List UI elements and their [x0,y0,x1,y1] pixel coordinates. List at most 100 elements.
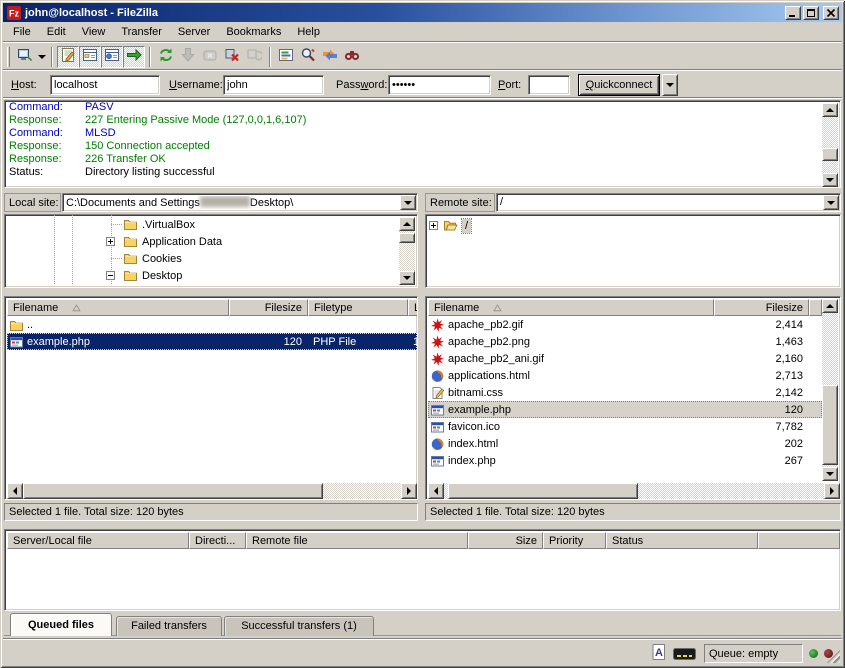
scroll-left-button[interactable] [7,483,23,499]
toggle-transfer-queue-button[interactable] [123,46,145,68]
file-row-index.html[interactable]: index.html202 [428,435,822,452]
password-label: Password: [336,79,387,91]
file-row-apache-pb2-ani.gif[interactable]: apache_pb2_ani.gif2,160 [428,350,822,367]
scroll-up-button[interactable] [399,217,415,231]
menu-item-bookmarks[interactable]: Bookmarks [218,24,289,41]
menu-item-edit[interactable]: Edit [39,24,74,41]
quickconnect-dropdown-button[interactable] [662,74,678,96]
synchronized-browsing-button[interactable] [319,46,341,68]
plus-expander-icon[interactable] [429,221,438,230]
password-input[interactable] [388,75,491,95]
toggle-remote-tree-button[interactable] [101,46,123,68]
disconnect-icon [224,47,240,66]
scroll-thumb[interactable] [448,483,638,499]
remote-site-dropdown-button[interactable] [823,195,839,210]
maximize-button[interactable] [803,6,819,20]
cancel-operation-button[interactable] [199,46,221,68]
file-row-..[interactable]: .. [7,316,417,333]
scroll-thumb[interactable] [822,385,838,465]
tree-item-root[interactable]: / [426,217,726,234]
remote-list-vscrollbar[interactable] [822,299,838,481]
scroll-thumb[interactable] [399,233,415,243]
folder-icon [123,234,138,248]
scroll-thumb[interactable] [23,483,323,499]
file-row-bitnami.css[interactable]: bitnami.css2,142 [428,384,822,401]
column-header-filename[interactable]: Filename [7,299,229,316]
scroll-down-button[interactable] [822,173,838,187]
scroll-up-button[interactable] [822,103,838,117]
tree-item-application-data[interactable]: Application Data [5,233,395,250]
message-log-scrollbar[interactable] [822,103,838,187]
queue-column-server-local-file[interactable]: Server/Local file [7,532,189,549]
local-list-hscrollbar[interactable] [7,483,417,499]
file-row-index.php[interactable]: index.php267 [428,452,822,469]
tab-failed-transfers[interactable]: Failed transfers [116,616,222,636]
file-size-cell: 2,713 [714,370,809,382]
column-header-filetype[interactable]: Filetype [308,299,408,316]
directory-filters-button[interactable] [275,46,297,68]
toggle-local-tree-button[interactable] [79,46,101,68]
minimize-button[interactable] [785,6,801,20]
chevron-down-icon [827,201,835,205]
menu-item-view[interactable]: View [74,24,114,41]
file-row-apache-pb2.gif[interactable]: apache_pb2.gif2,414 [428,316,822,333]
site-manager-button[interactable] [14,46,36,68]
refresh-button[interactable] [155,46,177,68]
scroll-down-button[interactable] [399,271,415,285]
file-row-applications.html[interactable]: applications.html2,713 [428,367,822,384]
menu-item-transfer[interactable]: Transfer [113,24,170,41]
username-input[interactable] [223,75,324,95]
port-input[interactable] [528,75,570,95]
local-tree-scrollbar[interactable] [399,217,415,285]
file-name: .. [27,319,33,331]
file-search-button[interactable] [297,46,319,68]
plus-expander-icon[interactable] [106,237,115,246]
menu-item-file[interactable]: File [5,24,39,41]
remote-list-hscrollbar[interactable] [428,483,840,499]
scroll-thumb[interactable] [822,148,838,161]
host-input[interactable] [50,75,160,95]
tab-successful-transfers-1-[interactable]: Successful transfers (1) [224,616,374,636]
queue-column-size[interactable]: Size [468,532,543,549]
file-row-example.php[interactable]: example.php120 [428,401,822,418]
tree-item--virtualbox[interactable]: .VirtualBox [5,216,395,233]
menu-item-help[interactable]: Help [289,24,328,41]
arrow-down-icon [403,276,411,280]
scroll-right-button[interactable] [824,483,840,499]
queue-column-priority[interactable]: Priority [543,532,606,549]
quickconnect-button[interactable]: Quickconnect [578,74,660,96]
queue-column-remote-file[interactable]: Remote file [246,532,468,549]
reconnect-button[interactable] [243,46,265,68]
compare-directories-button[interactable] [341,46,363,68]
local-site-dropdown-button[interactable] [400,195,416,210]
port-label: Port: [498,79,521,91]
scroll-up-button[interactable] [822,299,838,313]
close-button[interactable] [823,6,839,20]
file-row-apache-pb2.png[interactable]: apache_pb2.png1,463 [428,333,822,350]
local-site-combo[interactable]: C:\Documents and SettingsDesktop\ [62,193,418,212]
apache-file-icon [430,352,445,366]
tab-queued-files[interactable]: Queued files [10,613,112,636]
process-queue-button[interactable] [177,46,199,68]
scroll-down-button[interactable] [822,467,838,481]
queue-column-status[interactable]: Status [606,532,758,549]
minus-expander-icon[interactable] [106,271,115,280]
disconnect-button[interactable] [221,46,243,68]
column-header-filesize[interactable]: Filesize [229,299,308,316]
tree-item-desktop[interactable]: Desktop [5,267,395,284]
remote-site-combo[interactable]: / [496,193,841,212]
site-manager-dropdown-button[interactable] [36,46,47,68]
file-row-favicon.ico[interactable]: favicon.ico7,782 [428,418,822,435]
scroll-right-button[interactable] [401,483,417,499]
scroll-left-button[interactable] [428,483,444,499]
column-header-filename[interactable]: Filename [428,299,714,316]
toggle-message-log-icon [60,47,76,66]
column-header-filesize[interactable]: Filesize [714,299,809,316]
menu-item-server[interactable]: Server [170,24,218,41]
column-header-l[interactable]: L [408,299,418,316]
tree-item-cookies[interactable]: Cookies [5,250,395,267]
toggle-message-log-button[interactable] [57,46,79,68]
php-file-icon [430,454,445,468]
file-row-example.php[interactable]: example.php120PHP File1 [7,333,417,350]
queue-column-directi-[interactable]: Directi... [189,532,246,549]
